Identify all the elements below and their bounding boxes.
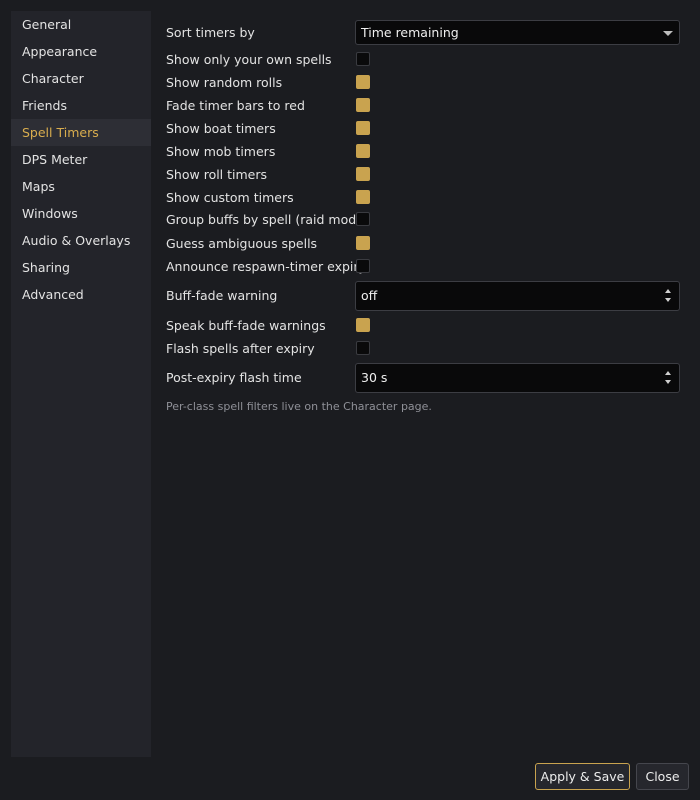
boat-timers-label: Show boat timers xyxy=(166,121,276,136)
sort-timers-select[interactable]: Time remaining xyxy=(355,20,680,45)
sort-timers-row: Sort timers by Time remaining xyxy=(166,20,680,45)
mob-timers-checkbox[interactable] xyxy=(356,144,370,158)
flash-after-expiry-row: Flash spells after expiry xyxy=(166,340,680,358)
sort-timers-label: Sort timers by xyxy=(166,25,255,40)
announce-respawn-label: Announce respawn-timer expiry xyxy=(166,259,366,274)
fade-red-label: Fade timer bars to red xyxy=(166,98,305,113)
guess-ambiguous-row: Guess ambiguous spells xyxy=(166,235,680,253)
random-rolls-row: Show random rolls xyxy=(166,74,680,92)
boat-timers-row: Show boat timers xyxy=(166,120,680,138)
settings-sidebar: General Appearance Character Friends Spe… xyxy=(11,11,151,757)
group-buffs-row: Group buffs by spell (raid mode) xyxy=(166,211,680,229)
sidebar-item-friends[interactable]: Friends xyxy=(11,92,151,119)
sidebar-item-dps-meter[interactable]: DPS Meter xyxy=(11,146,151,173)
buff-fade-warning-value: off xyxy=(361,288,378,303)
speak-buff-fade-checkbox[interactable] xyxy=(356,318,370,332)
buff-fade-warning-label: Buff-fade warning xyxy=(166,288,278,303)
settings-window: General Appearance Character Friends Spe… xyxy=(0,0,700,800)
roll-timers-checkbox[interactable] xyxy=(356,167,370,181)
sidebar-item-advanced[interactable]: Advanced xyxy=(11,281,151,308)
close-button[interactable]: Close xyxy=(636,763,689,790)
flash-after-expiry-label: Flash spells after expiry xyxy=(166,341,315,356)
mob-timers-row: Show mob timers xyxy=(166,143,680,161)
spin-down-icon[interactable] xyxy=(665,298,671,302)
apply-save-button[interactable]: Apply & Save xyxy=(535,763,630,790)
flash-after-expiry-checkbox[interactable] xyxy=(356,341,370,355)
post-expiry-flash-label: Post-expiry flash time xyxy=(166,370,302,385)
own-spells-checkbox[interactable] xyxy=(356,52,370,66)
roll-timers-row: Show roll timers xyxy=(166,166,680,184)
sidebar-item-general[interactable]: General xyxy=(11,11,151,38)
buff-fade-warning-spinbox[interactable]: off xyxy=(355,281,680,311)
own-spells-row: Show only your own spells xyxy=(166,51,680,69)
spin-up-icon[interactable] xyxy=(665,371,671,375)
sidebar-item-maps[interactable]: Maps xyxy=(11,173,151,200)
chevron-down-icon xyxy=(663,31,673,36)
buff-fade-warning-row: Buff-fade warning off xyxy=(166,281,680,311)
sidebar-item-spell-timers[interactable]: Spell Timers xyxy=(11,119,151,146)
speak-buff-fade-label: Speak buff-fade warnings xyxy=(166,318,326,333)
post-expiry-flash-value: 30 s xyxy=(361,370,388,385)
post-expiry-flash-row: Post-expiry flash time 30 s xyxy=(166,363,680,393)
character-page-hint: Per-class spell filters live on the Char… xyxy=(166,400,432,413)
sort-timers-value: Time remaining xyxy=(361,25,459,40)
announce-respawn-row: Announce respawn-timer expiry xyxy=(166,258,680,276)
roll-timers-label: Show roll timers xyxy=(166,167,268,182)
random-rolls-label: Show random rolls xyxy=(166,75,283,90)
guess-ambiguous-label: Guess ambiguous spells xyxy=(166,236,318,251)
fade-red-checkbox[interactable] xyxy=(356,98,370,112)
custom-timers-label: Show custom timers xyxy=(166,190,294,205)
post-expiry-flash-spinbox[interactable]: 30 s xyxy=(355,363,680,393)
mob-timers-label: Show mob timers xyxy=(166,144,276,159)
spin-down-icon[interactable] xyxy=(665,380,671,384)
boat-timers-checkbox[interactable] xyxy=(356,121,370,135)
sidebar-item-audio-overlays[interactable]: Audio & Overlays xyxy=(11,227,151,254)
own-spells-label: Show only your own spells xyxy=(166,52,332,67)
announce-respawn-checkbox[interactable] xyxy=(356,259,370,273)
fade-red-row: Fade timer bars to red xyxy=(166,97,680,115)
random-rolls-checkbox[interactable] xyxy=(356,75,370,89)
custom-timers-checkbox[interactable] xyxy=(356,190,370,204)
spin-up-icon[interactable] xyxy=(665,289,671,293)
sidebar-item-character[interactable]: Character xyxy=(11,65,151,92)
speak-buff-fade-row: Speak buff-fade warnings xyxy=(166,317,680,335)
spin-arrows-icon[interactable] xyxy=(664,286,672,306)
custom-timers-row: Show custom timers xyxy=(166,189,680,207)
sidebar-item-windows[interactable]: Windows xyxy=(11,200,151,227)
spin-arrows-icon[interactable] xyxy=(664,368,672,388)
sidebar-item-appearance[interactable]: Appearance xyxy=(11,38,151,65)
group-buffs-label: Group buffs by spell (raid mode) xyxy=(166,212,369,227)
group-buffs-checkbox[interactable] xyxy=(356,212,370,226)
guess-ambiguous-checkbox[interactable] xyxy=(356,236,370,250)
sidebar-item-sharing[interactable]: Sharing xyxy=(11,254,151,281)
